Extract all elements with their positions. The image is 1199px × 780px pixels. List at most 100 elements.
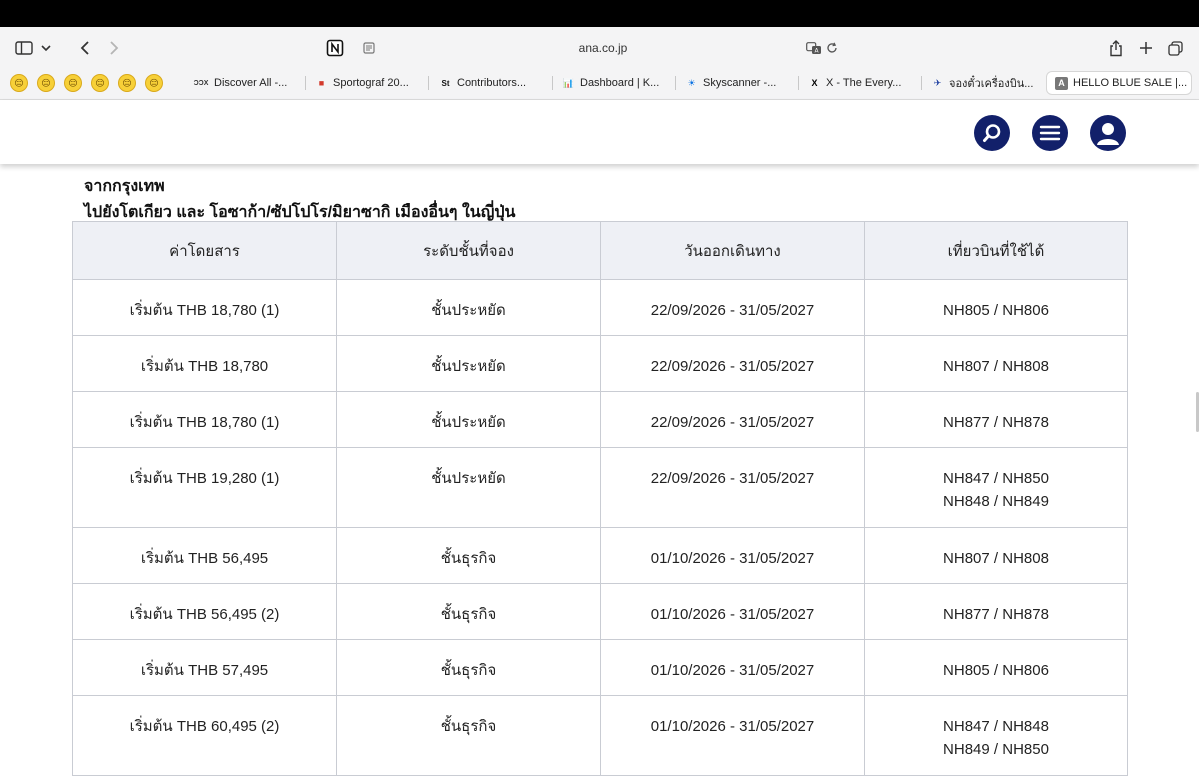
flight-pair: NH877 / NH878 [943,414,1049,431]
class-cell: ชั้นธุรกิจ [336,639,601,696]
tab-label: X - The Every... [826,77,902,89]
browser-tab[interactable]: St Contributors... [439,71,559,95]
favorite-emoji-icon[interactable]: 😑 [145,74,163,92]
browser-tab-active[interactable]: A HELLO BLUE SALE |... [1046,71,1192,95]
tab-label: HELLO BLUE SALE |... [1073,77,1188,89]
tab-divider [798,76,799,90]
class-cell: ชั้นธุรกิจ [336,583,601,640]
notion-extension-button[interactable] [325,36,345,60]
tab-divider [428,76,429,90]
favorite-emoji-icon[interactable]: 😑 [37,74,55,92]
browser-tab[interactable]: ☀ Skyscanner -... [685,71,805,95]
translate-button[interactable]: A [806,36,822,60]
browser-tab[interactable]: ■ Sportograf 20... [315,71,435,95]
fare-table: ค่าโดยสาร ระดับชั้นที่จอง วันออกเดินทาง … [72,221,1128,776]
flights-cell: NH805 / NH806 [864,279,1128,336]
browser-toolbar: ana.co.jp A [0,27,1199,69]
sidebar-icon [15,41,33,55]
tab-label: Dashboard | K... [580,77,660,89]
address-bar[interactable]: ana.co.jp [356,35,850,61]
dates-cell: 22/09/2026 - 31/05/2027 [600,391,865,448]
chevron-left-icon [80,41,89,55]
share-button[interactable] [1107,36,1125,60]
plus-icon [1140,42,1152,54]
table-row: เริ่มต้น THB 18,780 (1) ชั้นประหยัด 22/0… [72,391,1128,448]
user-account-icon [1097,123,1119,145]
flights-cell: NH805 / NH806 [864,639,1128,696]
tab-favicon-icon: ƆƆX [193,79,209,87]
forward-button[interactable] [105,36,123,60]
reload-button[interactable] [825,36,839,60]
sidebar-toggle-button[interactable] [10,36,56,60]
flight-pair: NH848 / NH849 [943,493,1049,510]
tab-favicon-icon: St [441,78,450,88]
reload-icon [827,42,837,53]
class-cell: ชั้นประหยัด [336,279,601,336]
screen-top-bar [0,0,1199,27]
tab-label: จองตั๋วเครื่องบิน... [949,78,1034,90]
dates-cell: 01/10/2026 - 31/05/2027 [600,583,865,640]
dates-cell: 22/09/2026 - 31/05/2027 [600,335,865,392]
class-cell: ชั้นธุรกิจ [336,695,601,776]
tab-favicon-icon: ■ [318,78,325,88]
header-flights: เที่ยวบินที่ใช้ได้ [864,221,1128,280]
back-button[interactable] [76,36,94,60]
table-row: เริ่มต้น THB 56,495 ชั้นธุรกิจ 01/10/202… [72,527,1128,584]
tab-label: Sportograf 20... [333,77,409,89]
favorite-emoji-icon[interactable]: 😑 [91,74,109,92]
fare-cell: เริ่มต้น THB 56,495 [72,527,337,584]
class-cell: ชั้นประหยัด [336,447,601,528]
dates-cell: 01/10/2026 - 31/05/2027 [600,695,865,776]
flight-pair: NH807 / NH808 [943,550,1049,567]
flight-pair: NH877 / NH878 [943,606,1049,623]
table-row: เริ่มต้น THB 18,780 ชั้นประหยัด 22/09/20… [72,335,1128,392]
site-menu-button[interactable] [1032,115,1068,151]
tab-divider [675,76,676,90]
hamburger-menu-icon [1039,125,1061,141]
favorite-emoji-icon[interactable]: 😑 [64,74,82,92]
fare-cell: เริ่มต้น THB 56,495 (2) [72,583,337,640]
flights-cell: NH877 / NH878 [864,583,1128,640]
tab-favicon-icon: X [811,78,818,88]
fare-cell: เริ่มต้น THB 18,780 (1) [72,391,337,448]
notion-icon [326,39,344,57]
class-cell: ชั้นประหยัด [336,335,601,392]
fare-cell: เริ่มต้น THB 19,280 (1) [72,447,337,528]
dates-cell: 01/10/2026 - 31/05/2027 [600,639,865,696]
tab-divider [552,76,553,90]
address-text: ana.co.jp [578,41,628,55]
new-tab-button[interactable] [1137,36,1155,60]
flights-cell: NH847 / NH848 NH849 / NH850 [864,695,1128,776]
favorite-emoji-icon[interactable]: 😑 [10,74,28,92]
browser-tab[interactable]: ƆƆX Discover All -... [193,71,313,95]
browser-tab[interactable]: X X - The Every... [808,71,928,95]
flight-pair: NH847 / NH848 [943,718,1049,735]
flights-cell: NH807 / NH808 [864,527,1128,584]
browser-tab[interactable]: 📊 Dashboard | K... [562,71,682,95]
tab-bar: 😑 😑 😑 😑 😑 😑 ƆƆX Discover All -... ■ Sporto… [0,69,1199,97]
site-account-button[interactable] [1090,115,1126,151]
favorite-emoji-icon[interactable]: 😑 [118,74,136,92]
dates-cell: 22/09/2026 - 31/05/2027 [600,279,865,336]
fare-cell: เริ่มต้น THB 18,780 [72,335,337,392]
table-row: เริ่มต้น THB 60,495 (2) ชั้นธุรกิจ 01/10… [72,695,1128,776]
share-icon [1110,39,1122,56]
site-search-button[interactable] [974,115,1010,151]
header-dates: วันออกเดินทาง [600,221,865,280]
tab-favicon-icon: ☀ [687,77,696,88]
browser-tab[interactable]: ✈ จองตั๋วเครื่องบิน... [931,71,1051,95]
tab-favicon-icon: A [1055,76,1068,90]
tab-overview-button[interactable] [1166,36,1184,60]
dates-cell: 22/09/2026 - 31/05/2027 [600,447,865,528]
chevron-right-icon [110,41,119,55]
flight-pair: NH847 / NH850 [943,470,1049,487]
translate-icon: A [806,41,821,54]
header-fare: ค่าโดยสาร [72,221,337,280]
dates-cell: 01/10/2026 - 31/05/2027 [600,527,865,584]
fare-cell: เริ่มต้น THB 18,780 (1) [72,279,337,336]
table-header-row: ค่าโดยสาร ระดับชั้นที่จอง วันออกเดินทาง … [72,221,1128,280]
tab-overview-icon [1167,40,1183,56]
chevron-down-icon [41,45,51,52]
browser-chrome: ana.co.jp A 😑 😑 😑 😑 😑 😑 ƆƆX Discover All … [0,27,1199,100]
tab-label: Contributors... [457,77,527,89]
